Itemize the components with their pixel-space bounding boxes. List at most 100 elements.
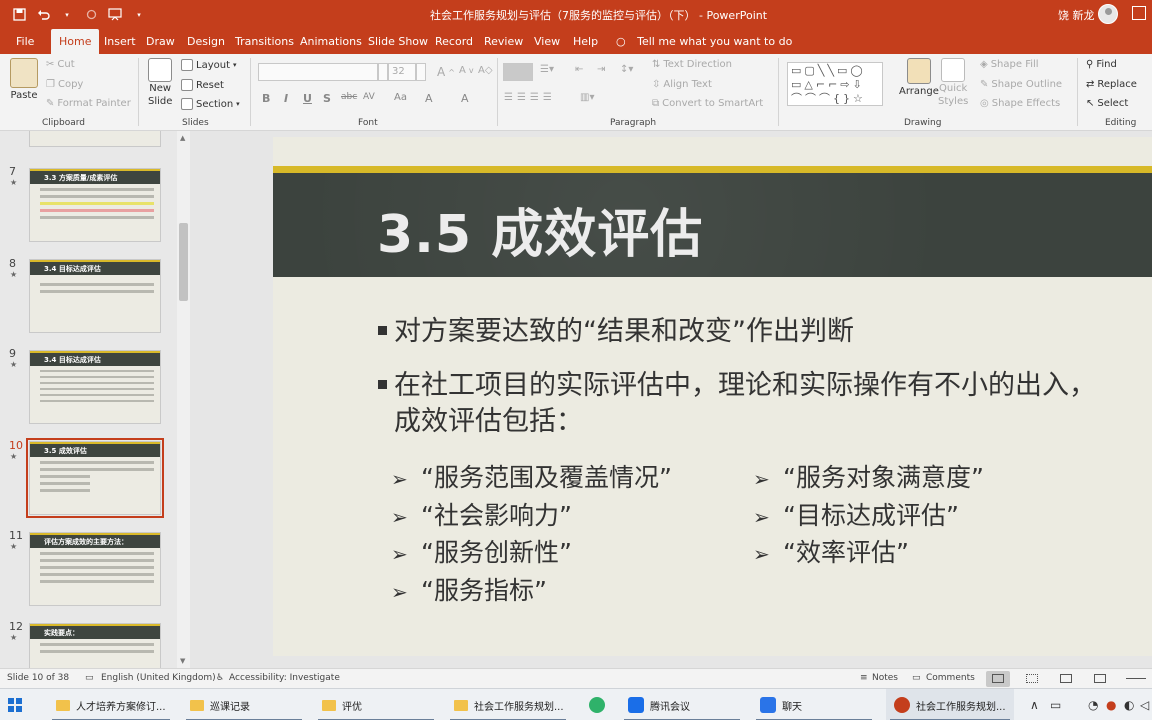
ribbon-display-options-icon[interactable]: [1132, 6, 1146, 20]
recording-icon[interactable]: ●: [1106, 698, 1116, 712]
slide-title[interactable]: 3.5 成效评估: [377, 192, 703, 267]
alignment-buttons[interactable]: ☰☰☰☰: [504, 92, 556, 103]
tab-slide-show[interactable]: Slide Show: [368, 35, 428, 48]
shadow-button[interactable]: S: [323, 92, 331, 105]
reading-view-button[interactable]: [1054, 671, 1078, 687]
tab-insert[interactable]: Insert: [104, 35, 136, 48]
scroll-up-icon[interactable]: ▲: [180, 134, 185, 142]
quick-styles-button[interactable]: Quick Styles: [938, 58, 968, 108]
tell-me-search[interactable]: ○ Tell me what you want to do: [616, 35, 792, 48]
spell-check-icon[interactable]: ▭: [85, 673, 94, 683]
customize-toolbar-icon[interactable]: ▾: [128, 4, 150, 26]
taskbar-item[interactable]: 人才培养方案修订...: [48, 689, 174, 720]
arrange-button[interactable]: Arrange: [899, 58, 939, 97]
speaker-icon[interactable]: ◁: [1140, 698, 1149, 712]
slide-thumbnail[interactable]: 3.4 目标达成评估: [29, 350, 161, 424]
save-icon[interactable]: [8, 4, 30, 26]
font-name-dropdown[interactable]: [378, 63, 388, 81]
slide-thumbnail-selected[interactable]: 3.5 成效评估: [26, 438, 164, 518]
tab-animations[interactable]: Animations: [300, 35, 362, 48]
normal-view-button[interactable]: [986, 671, 1010, 687]
slide-thumbnail-pane[interactable]: 7 ★ 3.3 方案质量/成素评估 8 ★ 3.4 目标达成评估 9 ★ 3.4…: [0, 131, 190, 668]
slide-bullet[interactable]: 对方案要达致的“结果和改变”作出判断: [378, 314, 1108, 350]
reset-button[interactable]: Reset: [181, 79, 224, 91]
zoom-slider[interactable]: [1120, 671, 1150, 687]
shapes-gallery[interactable]: ▭▢╲╲▭◯ ▭△⌐⌐⇨⇩ ⌒⌒⌒{}☆: [787, 62, 883, 106]
highlight-color-button[interactable]: A: [425, 92, 433, 105]
select-button[interactable]: ↖ Select: [1086, 98, 1128, 109]
tab-home[interactable]: Home: [51, 29, 100, 54]
shape-fill-button[interactable]: ◈ Shape Fill: [980, 59, 1039, 70]
tray-chevron-up-icon[interactable]: ∧: [1030, 698, 1039, 712]
increase-font-button[interactable]: A ^: [437, 65, 455, 79]
slide-bullet[interactable]: 在社工项目的实际评估中，理论和实际操作有不小的出入，成效评估包括：: [378, 368, 1108, 440]
convert-smartart-button[interactable]: ⧉ Convert to SmartArt: [652, 98, 763, 109]
font-color-button[interactable]: A: [461, 92, 469, 105]
taskbar-item[interactable]: 巡课记录: [182, 689, 306, 720]
increase-indent-button[interactable]: ⇥: [597, 64, 605, 75]
font-name-combobox[interactable]: [258, 63, 378, 81]
cut-button[interactable]: ✂ Cut: [46, 59, 75, 70]
section-button[interactable]: Section ▾: [181, 98, 240, 110]
bold-button[interactable]: B: [262, 92, 270, 105]
taskbar-item[interactable]: 社会工作服务规划...: [446, 689, 570, 720]
slide-sorter-button[interactable]: [1020, 671, 1044, 687]
scroll-down-icon[interactable]: ▼: [180, 657, 185, 665]
taskbar-item[interactable]: 腾讯会议: [620, 689, 744, 720]
slide-thumbnail[interactable]: 实践要点：: [29, 623, 161, 668]
strikethrough-button[interactable]: abc: [341, 92, 357, 102]
font-size-combobox[interactable]: 32: [388, 63, 416, 81]
tab-record[interactable]: Record: [435, 35, 473, 48]
tab-design[interactable]: Design: [187, 35, 225, 48]
sub-item[interactable]: ➢ “服务范围及覆盖情况”: [391, 463, 672, 494]
tab-view[interactable]: View: [534, 35, 560, 48]
slide-thumbnail[interactable]: 3.4 目标达成评估: [29, 259, 161, 333]
sub-item[interactable]: ➢ “服务指标”: [391, 576, 547, 607]
underline-button[interactable]: U: [303, 92, 312, 105]
tray-app-icon[interactable]: ◔: [1088, 698, 1098, 712]
shape-effects-button[interactable]: ◎ Shape Effects: [980, 98, 1060, 109]
decrease-font-button[interactable]: Av: [459, 65, 474, 76]
align-text-button[interactable]: ⇳ Align Text: [652, 79, 712, 90]
network-icon[interactable]: ◐: [1124, 698, 1134, 712]
sub-item[interactable]: ➢ “效率评估”: [753, 538, 909, 569]
shape-outline-button[interactable]: ✎ Shape Outline: [980, 79, 1062, 90]
numbering-button[interactable]: ☰▾: [540, 64, 554, 75]
notes-button[interactable]: Notes: [872, 673, 898, 683]
line-spacing-button[interactable]: ↕▾: [620, 64, 633, 75]
dropdown-chevron-icon[interactable]: ▾: [56, 4, 78, 26]
notes-icon[interactable]: ≡: [860, 673, 868, 683]
sub-item[interactable]: ➢ “社会影响力”: [391, 501, 572, 532]
slide-thumbnail[interactable]: [29, 131, 161, 147]
sub-item[interactable]: ➢ “目标达成评估”: [753, 501, 959, 532]
new-slide-button[interactable]: New Slide: [148, 58, 172, 108]
comments-button[interactable]: Comments: [926, 673, 975, 683]
italic-button[interactable]: I: [284, 92, 288, 105]
tab-file[interactable]: File: [16, 35, 34, 48]
taskbar-item[interactable]: 评优: [314, 689, 438, 720]
present-icon[interactable]: [104, 4, 126, 26]
sub-item[interactable]: ➢ “服务对象满意度”: [753, 463, 984, 494]
undo-icon[interactable]: [32, 4, 54, 26]
slide-thumbnail[interactable]: 评估方案成效的主要方法：: [29, 532, 161, 606]
columns-button[interactable]: ▥▾: [580, 92, 594, 103]
accessibility-icon[interactable]: ♿: [216, 673, 224, 683]
find-button[interactable]: ⚲ Find: [1086, 59, 1117, 70]
character-spacing-button[interactable]: AV: [363, 92, 375, 102]
slide[interactable]: 3.5 成效评估 对方案要达致的“结果和改变”作出判断 在社工项目的实际评估中，…: [273, 137, 1152, 656]
windows-start-icon[interactable]: [8, 698, 22, 712]
language-indicator[interactable]: English (United Kingdom): [101, 673, 216, 683]
tab-transitions[interactable]: Transitions: [235, 35, 294, 48]
taskbar-item[interactable]: 聊天: [752, 689, 876, 720]
comments-icon[interactable]: ▭: [912, 673, 921, 683]
copy-button[interactable]: ❐ Copy: [46, 79, 83, 90]
text-direction-button[interactable]: ⇅ Text Direction: [652, 59, 732, 70]
taskbar-item-active[interactable]: 社会工作服务规划...: [886, 689, 1014, 720]
thumbnail-scrollbar[interactable]: ▲ ▼: [177, 131, 190, 668]
font-size-dropdown[interactable]: [416, 63, 426, 81]
tab-help[interactable]: Help: [573, 35, 598, 48]
tab-review[interactable]: Review: [484, 35, 523, 48]
redo-icon[interactable]: [80, 4, 102, 26]
slide-thumbnail[interactable]: 3.3 方案质量/成素评估: [29, 168, 161, 242]
tab-draw[interactable]: Draw: [146, 35, 175, 48]
